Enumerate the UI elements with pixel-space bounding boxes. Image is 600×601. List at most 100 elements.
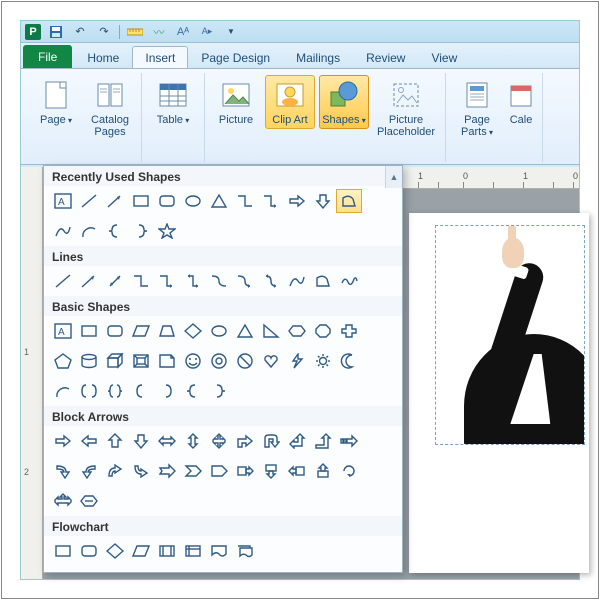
shape-diamond[interactable] xyxy=(180,319,206,343)
shape-line-arrow[interactable] xyxy=(102,189,128,213)
shape-right-brace[interactable] xyxy=(206,379,232,403)
picture-button[interactable]: Picture xyxy=(211,75,261,129)
clip-art-button[interactable]: Clip Art xyxy=(265,75,315,129)
shape-parallelogram[interactable] xyxy=(128,319,154,343)
shape-ba-callout-d[interactable] xyxy=(258,459,284,483)
shape-can[interactable] xyxy=(76,349,102,373)
shape-brace-right[interactable] xyxy=(128,219,154,243)
shape-ba-notched[interactable] xyxy=(154,459,180,483)
font-increase-icon[interactable]: A▸ xyxy=(198,24,216,40)
shape-ba-down[interactable] xyxy=(128,429,154,453)
shape-star[interactable] xyxy=(154,219,180,243)
shape-ba-curved-down[interactable] xyxy=(128,459,154,483)
shape-trapezoid[interactable] xyxy=(154,319,180,343)
shape-scribble-curve[interactable] xyxy=(284,269,310,293)
shape-double-bracket[interactable] xyxy=(76,379,102,403)
shape-ba-3way[interactable] xyxy=(50,489,76,513)
shape-cube[interactable] xyxy=(102,349,128,373)
shape-elbow[interactable] xyxy=(232,189,258,213)
shape-fc-process[interactable] xyxy=(50,539,76,563)
shape-line[interactable] xyxy=(50,269,76,293)
shape-fc-multidoc[interactable] xyxy=(232,539,258,563)
shape-right-arrow[interactable] xyxy=(284,189,310,213)
shape-elbow-double[interactable] xyxy=(180,269,206,293)
shape-double-arrow[interactable] xyxy=(102,269,128,293)
page-button[interactable]: Page xyxy=(31,75,81,129)
shape-ba-pentagon[interactable] xyxy=(206,459,232,483)
tab-mailings[interactable]: Mailings xyxy=(283,46,353,68)
shape-ba-bent-up[interactable] xyxy=(310,429,336,453)
shape-ba-curved-up[interactable] xyxy=(102,459,128,483)
tab-file[interactable]: File xyxy=(23,45,72,68)
shape-plus[interactable] xyxy=(336,319,362,343)
shape-left-brace[interactable] xyxy=(180,379,206,403)
wavy-icon[interactable]: 〰 xyxy=(150,24,168,40)
shape-rectangle[interactable] xyxy=(128,189,154,213)
shape-arc[interactable] xyxy=(76,219,102,243)
shape-textbox[interactable]: A xyxy=(50,189,76,213)
calendars-button[interactable]: Cale xyxy=(506,75,536,129)
shape-ba-uturn[interactable] xyxy=(258,429,284,453)
catalog-pages-button[interactable]: Catalog Pages xyxy=(85,75,135,141)
shape-elbow-arrow[interactable] xyxy=(258,189,284,213)
shape-elbow-arrow[interactable] xyxy=(154,269,180,293)
shape-ba-striped[interactable] xyxy=(336,429,362,453)
tab-view[interactable]: View xyxy=(418,46,470,68)
shape-bevel[interactable] xyxy=(128,349,154,373)
shape-ba-callout-r[interactable] xyxy=(232,459,258,483)
shape-triangle2[interactable] xyxy=(232,319,258,343)
shape-freeform[interactable] xyxy=(336,189,362,213)
shape-ba-leftright[interactable] xyxy=(154,429,180,453)
shape-ba-leftup[interactable] xyxy=(284,429,310,453)
shape-rounded-rect[interactable] xyxy=(154,189,180,213)
shape-moon[interactable] xyxy=(336,349,362,373)
shape-oval[interactable] xyxy=(180,189,206,213)
shape-double-brace[interactable] xyxy=(102,379,128,403)
tab-insert[interactable]: Insert xyxy=(132,46,188,68)
qat-customize-icon[interactable]: ▼ xyxy=(222,24,240,40)
table-button[interactable]: Table xyxy=(148,75,198,129)
shape-triangle[interactable] xyxy=(206,189,232,213)
image-frame[interactable] xyxy=(435,225,585,445)
shape-roundrect2[interactable] xyxy=(102,319,128,343)
shape-pentagon[interactable] xyxy=(50,349,76,373)
shape-fc-document[interactable] xyxy=(206,539,232,563)
shape-line[interactable] xyxy=(76,189,102,213)
shape-scribble[interactable] xyxy=(336,269,362,293)
shape-curve-conn[interactable] xyxy=(206,269,232,293)
page-parts-button[interactable]: Page Parts xyxy=(452,75,502,141)
shape-right-bracket[interactable] xyxy=(154,379,180,403)
shape-no[interactable] xyxy=(232,349,258,373)
shape-oval2[interactable] xyxy=(206,319,232,343)
shape-ba-right[interactable] xyxy=(50,429,76,453)
shape-ba-curved-left[interactable] xyxy=(76,459,102,483)
shape-textbox2[interactable]: A xyxy=(50,319,76,343)
shape-fc-data[interactable] xyxy=(128,539,154,563)
shape-ba-left[interactable] xyxy=(76,429,102,453)
tab-page-design[interactable]: Page Design xyxy=(188,46,283,68)
shape-curve-arrow[interactable] xyxy=(232,269,258,293)
shape-ba-chevron[interactable] xyxy=(180,459,206,483)
shape-heart[interactable] xyxy=(258,349,284,373)
shape-ba-bent[interactable] xyxy=(232,429,258,453)
shape-rect2[interactable] xyxy=(76,319,102,343)
shape-ba-callout-l[interactable] xyxy=(284,459,310,483)
shape-ba-quad[interactable] xyxy=(206,429,232,453)
shape-left-bracket[interactable] xyxy=(128,379,154,403)
shape-arrow-line[interactable] xyxy=(76,269,102,293)
font-size-icon[interactable]: Aᴬ xyxy=(174,24,192,40)
shape-lightning[interactable] xyxy=(284,349,310,373)
redo-icon[interactable]: ↷ xyxy=(95,24,113,40)
undo-icon[interactable]: ↶ xyxy=(71,24,89,40)
shape-fc-decision[interactable] xyxy=(102,539,128,563)
shape-fc-alt[interactable] xyxy=(76,539,102,563)
shape-ba-hex-arrow[interactable] xyxy=(76,489,102,513)
shape-brace-left[interactable] xyxy=(102,219,128,243)
tab-home[interactable]: Home xyxy=(74,46,132,68)
ruler-icon[interactable] xyxy=(126,24,144,40)
save-icon[interactable] xyxy=(47,24,65,40)
shape-smiley[interactable] xyxy=(180,349,206,373)
shape-elbow[interactable] xyxy=(128,269,154,293)
shape-fc-predef[interactable] xyxy=(154,539,180,563)
shape-ba-curved-right[interactable] xyxy=(50,459,76,483)
